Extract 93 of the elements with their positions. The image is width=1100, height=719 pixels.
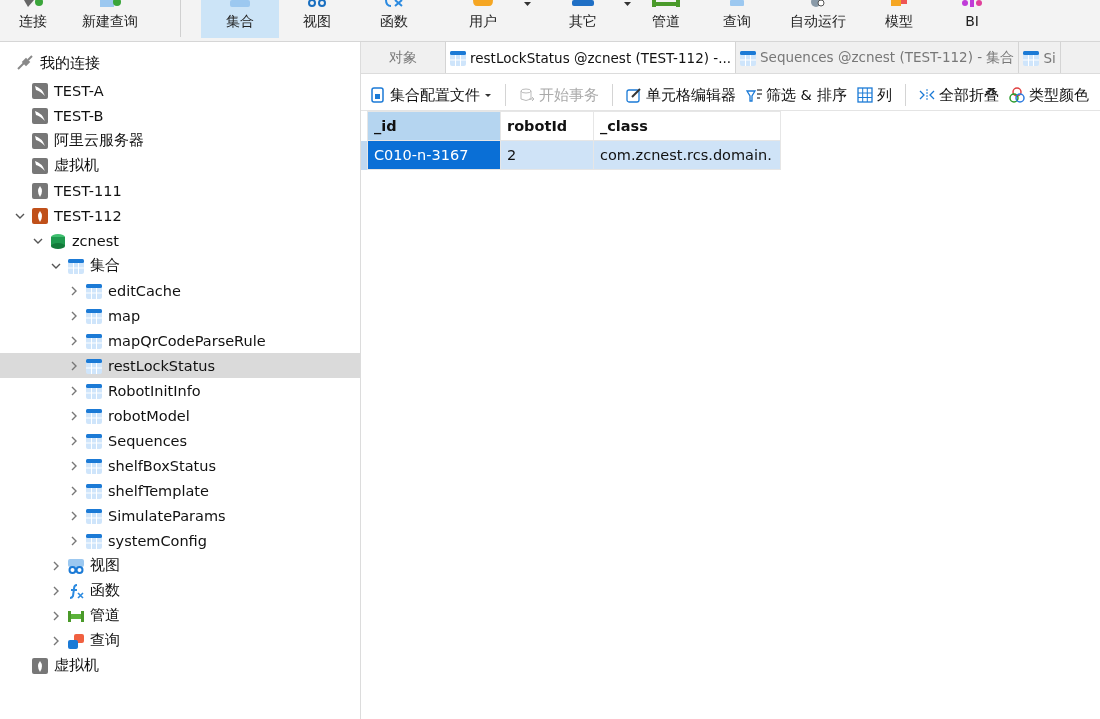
column-header[interactable]: _id: [367, 111, 501, 141]
filter-icon: [746, 87, 762, 103]
model-icon: [891, 0, 907, 7]
rings-icon: [1008, 87, 1025, 103]
toolbar-button[interactable]: 管道: [633, 0, 699, 38]
toolbar-button[interactable]: 单元格编辑器: [623, 85, 739, 105]
table-icon: [86, 307, 102, 324]
tree-item[interactable]: TEST-B: [0, 103, 360, 128]
tab[interactable]: Sequences @zcnest (TEST-112) - 集合: [736, 42, 1020, 73]
table-icon: [1023, 49, 1040, 66]
table-cell[interactable]: C010-n-3167: [367, 140, 501, 170]
tree-item[interactable]: zcnest: [0, 228, 360, 253]
tree-item[interactable]: Sequences: [0, 428, 360, 453]
table-icon: [86, 457, 102, 474]
caret-icon: [484, 91, 492, 99]
tree-item[interactable]: shelfTemplate: [0, 478, 360, 503]
column-header[interactable]: _class: [593, 111, 781, 141]
toolbar-button[interactable]: 其它: [533, 0, 633, 38]
tree-item[interactable]: RobotInitInfo: [0, 378, 360, 403]
tree-item[interactable]: 虚拟机: [0, 653, 360, 678]
table-cell[interactable]: com.zcnest.rcs.domain.: [593, 140, 781, 170]
document-icon: [370, 87, 386, 103]
query-icon: [730, 0, 744, 7]
table-icon: [450, 49, 466, 66]
table-icon: [86, 357, 102, 374]
caret-icon: [624, 2, 631, 6]
tree-item[interactable]: restLockStatus: [0, 353, 360, 378]
table-icon: [86, 432, 102, 449]
toolbar-button[interactable]: 集合: [201, 0, 279, 38]
table-icon: [86, 382, 102, 399]
caret-icon: [524, 2, 531, 6]
table-icon: [86, 332, 102, 349]
toolbar-button[interactable]: 筛选 & 排序: [743, 85, 850, 105]
tree-item[interactable]: 管道: [0, 603, 360, 628]
table-icon: [86, 482, 102, 499]
toolbar-button[interactable]: 新建查询: [62, 0, 158, 38]
table-icon: [86, 532, 102, 549]
tree-item[interactable]: SimulateParams: [0, 503, 360, 528]
toolbar-button[interactable]: 连接: [4, 0, 62, 38]
toolbar-button[interactable]: 类型颜色: [1005, 85, 1092, 105]
table-plus-icon: [99, 0, 121, 7]
toolbar-button[interactable]: 模型: [861, 0, 937, 38]
chart-icon: [962, 0, 982, 7]
function-icon: [68, 582, 84, 599]
tree-item[interactable]: TEST-111: [0, 178, 360, 203]
pipe-icon: [652, 0, 680, 7]
plug-icon: [16, 55, 34, 71]
table-cell[interactable]: 2: [500, 140, 594, 170]
tree-item[interactable]: robotModel: [0, 403, 360, 428]
tree-item[interactable]: 集合: [0, 253, 360, 278]
table-icon: [86, 507, 102, 524]
toolbar-button[interactable]: BI: [937, 0, 1007, 38]
toolbar-button[interactable]: 用户: [433, 0, 533, 38]
table-icon: [86, 407, 102, 424]
toolbar-button[interactable]: 全部折叠: [915, 85, 1002, 105]
tab[interactable]: restLockStatus @zcnest (TEST-112) -...: [446, 42, 737, 73]
tree-item[interactable]: shelfBoxStatus: [0, 453, 360, 478]
table-icon: [230, 0, 250, 7]
toolbar-button[interactable]: 函数: [355, 0, 433, 38]
pencil-icon: [626, 87, 642, 103]
database-icon: [50, 232, 66, 249]
toolbar-button[interactable]: 列: [853, 85, 895, 105]
tree-item[interactable]: mapQrCodeParseRule: [0, 328, 360, 353]
plug-icon: [23, 0, 43, 7]
toolbar-button[interactable]: 查询: [699, 0, 775, 38]
table-icon: [86, 282, 102, 299]
sidebar-title: 我的连接: [40, 53, 100, 73]
tree-item[interactable]: 视图: [0, 553, 360, 578]
table-icon: [68, 257, 84, 274]
tree-item[interactable]: systemConfig: [0, 528, 360, 553]
column-header[interactable]: robotId: [500, 111, 594, 141]
tree-item[interactable]: editCache: [0, 278, 360, 303]
tree-item[interactable]: 虚拟机: [0, 153, 360, 178]
tree-item[interactable]: map: [0, 303, 360, 328]
tab[interactable]: Si: [1019, 42, 1061, 73]
query-icon: [68, 632, 84, 649]
tree-item[interactable]: TEST-A: [0, 78, 360, 103]
user-icon: [473, 0, 493, 7]
toolbar-button[interactable]: 视图: [279, 0, 355, 38]
database-arrow-icon: [519, 87, 535, 103]
function-icon: [385, 0, 403, 7]
toolbar-button[interactable]: 自动运行: [775, 0, 861, 38]
tree-item[interactable]: TEST-112: [0, 203, 360, 228]
table-icon: [740, 49, 757, 66]
toolbar-button[interactable]: 集合配置文件: [367, 85, 495, 105]
tree-item[interactable]: 查询: [0, 628, 360, 653]
tree-item[interactable]: 函数: [0, 578, 360, 603]
tree-item[interactable]: 阿里云服务器: [0, 128, 360, 153]
collapse-icon: [918, 87, 935, 103]
box-icon: [572, 0, 594, 7]
grid-icon: [856, 87, 873, 103]
glasses-icon: [68, 557, 84, 574]
glasses-icon: [308, 0, 326, 7]
